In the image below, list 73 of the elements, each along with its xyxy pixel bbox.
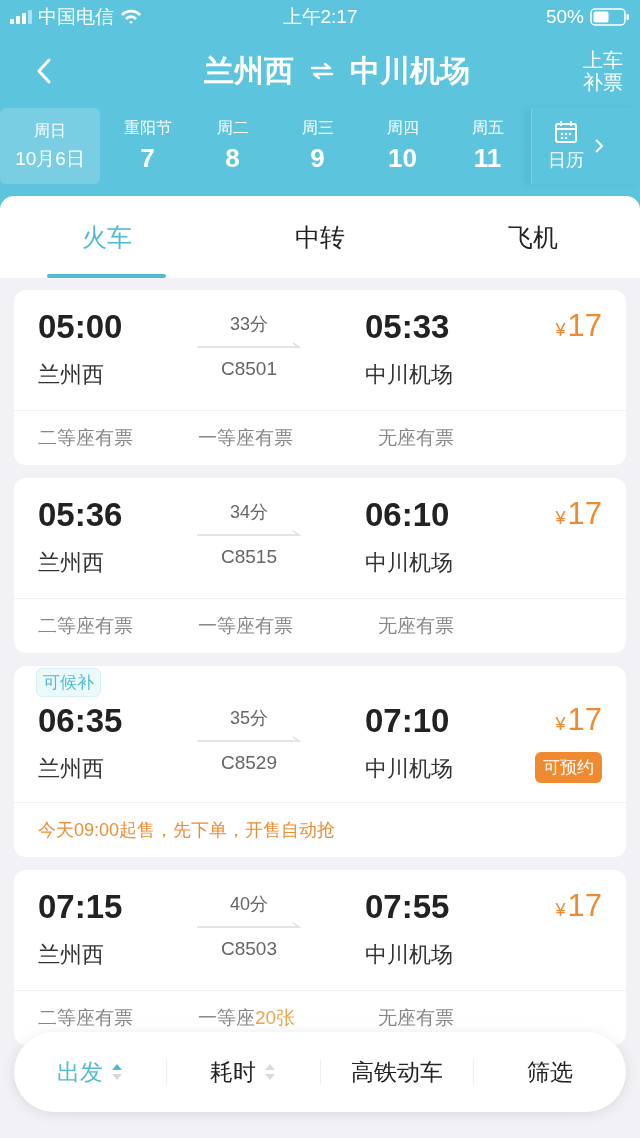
seat-availability: 二等座有票	[38, 1006, 134, 1030]
departure-time: 07:15	[38, 888, 124, 926]
calendar-icon	[554, 120, 578, 144]
ticket-price: ¥17	[555, 308, 602, 344]
duration-text: 33分	[230, 313, 268, 336]
wifi-icon	[120, 9, 142, 25]
sort-option[interactable]: 耗时	[167, 1056, 320, 1088]
seat-availability: 无座有票	[378, 426, 455, 450]
train-card[interactable]: 05:36 兰州西 34分 C8515 06:10 中川机场 ¥17 二等座有票 一等座有票 无座有票	[14, 478, 626, 653]
sort-option[interactable]: 出发	[14, 1056, 167, 1088]
date-tab[interactable]: 重阳节 7	[105, 108, 190, 184]
departure-time: 05:36	[38, 496, 124, 534]
seat-availability: 一等座有票	[198, 614, 294, 638]
seat-availability: 二等座有票	[38, 426, 134, 450]
departure-time: 06:35	[38, 702, 124, 740]
date-tab[interactable]: 周日 10月6日	[0, 108, 100, 184]
train-number: C8503	[221, 938, 277, 960]
arrival-time: 05:33	[365, 308, 451, 346]
seat-availability: 无座有票	[378, 1006, 455, 1030]
departure-station: 兰州西	[38, 549, 105, 577]
departure-time: 05:00	[38, 308, 124, 346]
train-card[interactable]: 07:15 兰州西 40分 C8503 07:55 中川机场 ¥17 二等座有票 一等座20张 无座有票	[14, 870, 626, 1045]
mode-tab[interactable]: 火车	[0, 196, 214, 278]
ticket-price: ¥17	[555, 496, 602, 532]
sale-notice: 今天09:00起售，先下单，开售自动抢	[38, 819, 336, 842]
chevron-right-icon	[594, 138, 604, 154]
calendar-button[interactable]: 日历	[531, 108, 640, 184]
carrier-name: 中国电信	[38, 5, 114, 29]
duration-text: 40分	[230, 893, 268, 916]
duration-text: 35分	[230, 707, 268, 730]
arrival-station: 中川机场	[350, 52, 470, 89]
mode-tab[interactable]: 飞机	[426, 196, 640, 278]
arrival-station: 中川机场	[365, 755, 454, 783]
sort-icon	[111, 1062, 124, 1082]
arrival-station: 中川机场	[365, 361, 454, 389]
ticket-price: ¥17	[555, 702, 602, 738]
departure-station: 兰州西	[38, 941, 105, 969]
arrival-time: 07:55	[365, 888, 451, 926]
mode-tab[interactable]: 中转	[213, 196, 427, 278]
train-number: C8501	[221, 358, 277, 380]
arrival-station: 中川机场	[365, 941, 454, 969]
seat-availability: 无座有票	[378, 614, 455, 638]
date-tab[interactable]: 周四 10	[360, 108, 445, 184]
book-button[interactable]: 可预约	[535, 752, 602, 783]
sort-icon	[264, 1062, 277, 1082]
ticket-price: ¥17	[555, 888, 602, 924]
date-tab[interactable]: 周二 8	[190, 108, 275, 184]
ticket-button[interactable]: 上车补票	[582, 49, 624, 93]
train-card[interactable]: 05:00 兰州西 33分 C8501 05:33 中川机场 ¥17 二等座有票 一等座有票 无座有票	[14, 290, 626, 465]
seat-availability: 一等座有票	[198, 426, 294, 450]
departure-station: 兰州西	[38, 361, 105, 389]
departure-station: 兰州西	[38, 755, 105, 783]
arrival-station: 中川机场	[365, 549, 454, 577]
date-tab[interactable]: 周三 9	[275, 108, 360, 184]
duration-text: 34分	[230, 501, 268, 524]
signal-icon	[10, 10, 32, 24]
sort-option[interactable]: 筛选	[473, 1056, 626, 1088]
train-number: C8515	[221, 546, 277, 568]
arrival-time: 06:10	[365, 496, 451, 534]
train-number: C8529	[221, 752, 277, 774]
clock-time: 上午2:17	[282, 5, 358, 29]
waitlist-badge: 可候补	[36, 668, 101, 697]
battery-icon	[590, 8, 630, 26]
swap-icon[interactable]	[310, 62, 334, 80]
battery-percent: 50%	[545, 6, 584, 28]
arrival-time: 07:10	[365, 702, 451, 740]
seat-availability: 一等座20张	[198, 1006, 297, 1030]
date-tab[interactable]: 周五 11	[445, 108, 530, 184]
train-card[interactable]: 可候补 06:35 兰州西 35分 C8529 07:10 中川机场 ¥17 可预约 今天09:00起售，先下单，开售自动抢	[14, 666, 626, 857]
seat-availability: 二等座有票	[38, 614, 134, 638]
back-icon[interactable]	[36, 57, 52, 85]
departure-station: 兰州西	[204, 52, 294, 89]
sort-option[interactable]: 高铁动车	[320, 1056, 473, 1088]
